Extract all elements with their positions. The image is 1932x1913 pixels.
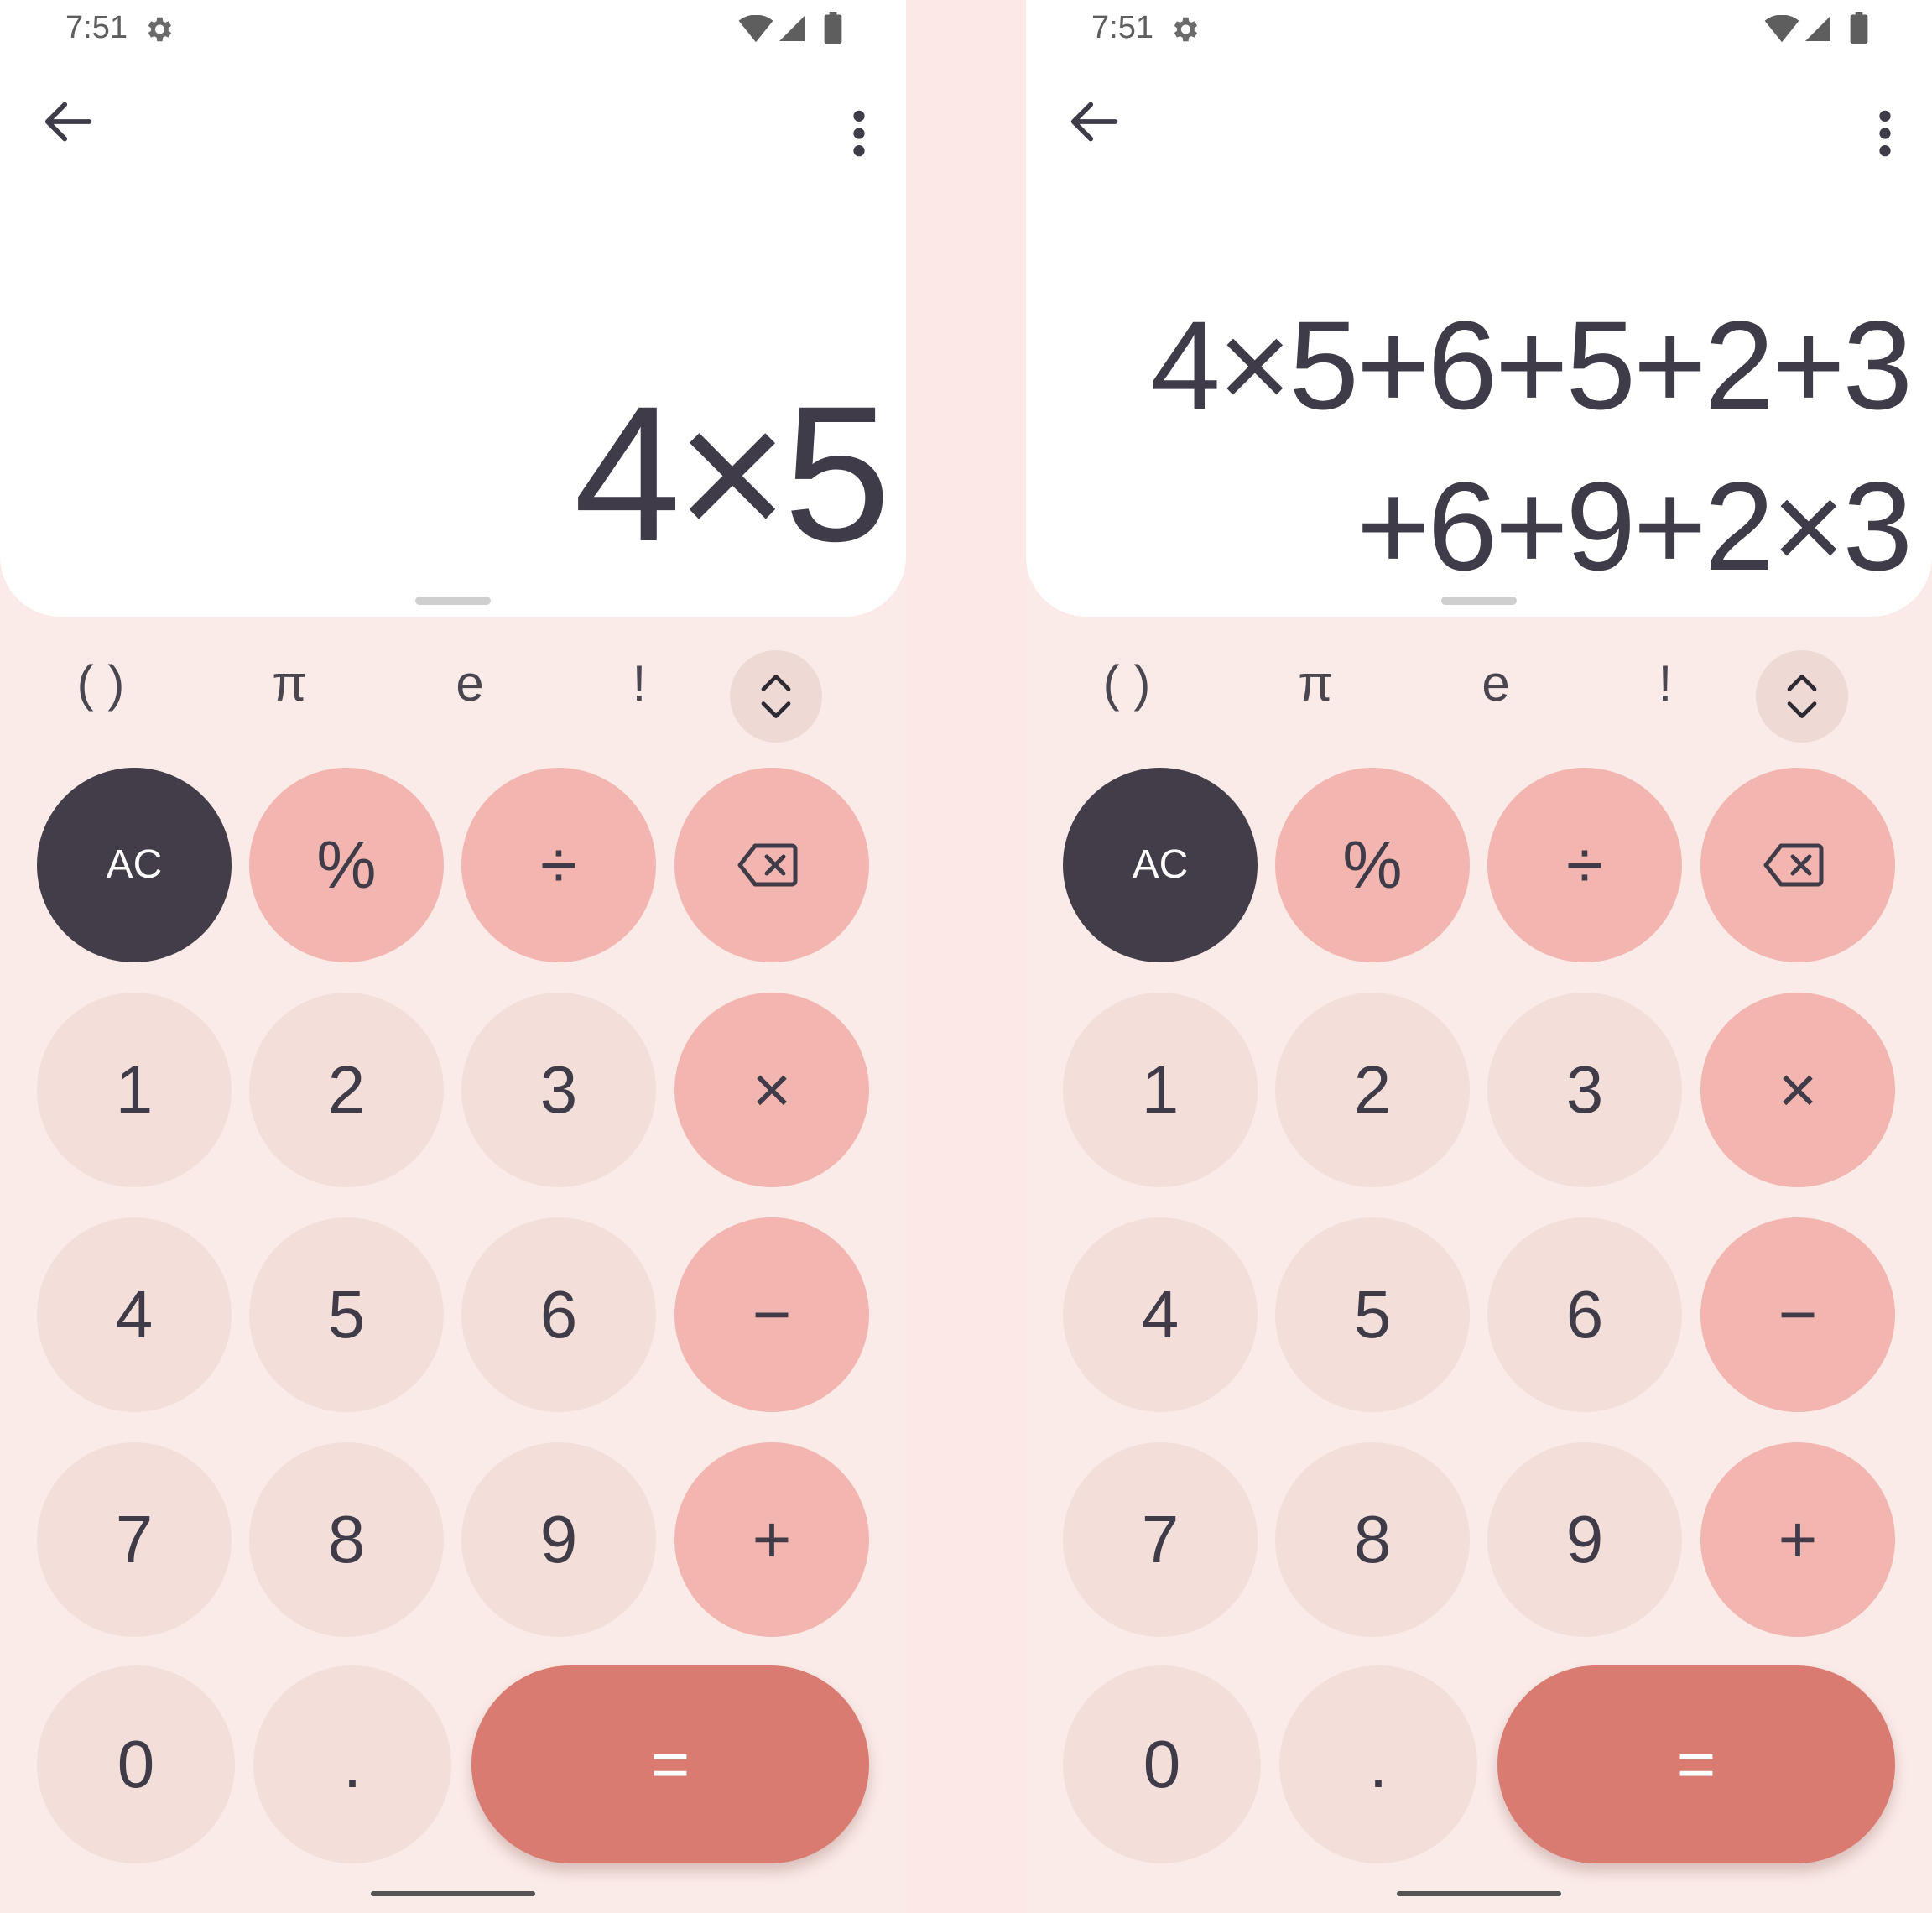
digit-7-button[interactable]: 7 (37, 1442, 232, 1637)
plus-button[interactable]: + (674, 1442, 869, 1637)
drag-handle[interactable] (415, 597, 491, 605)
back-arrow-icon[interactable] (40, 92, 99, 151)
expand-collapse-icon (1787, 675, 1817, 718)
decimal-button[interactable]: . (253, 1665, 451, 1863)
digit-3-button[interactable]: 3 (1487, 993, 1682, 1187)
drag-handle[interactable] (1441, 597, 1517, 605)
parentheses-key[interactable]: ( ) (50, 650, 151, 717)
display-panel: 7:51 4×5+6+5+2+3 +6+9+2×3 (1026, 0, 1932, 617)
plus-button[interactable]: + (1700, 1442, 1895, 1637)
settings-gear-icon (1174, 17, 1198, 42)
cellular-signal-icon (1805, 16, 1830, 41)
calculator-screen-right: 7:51 4×5+6+5+2+3 +6+9+2×3 ( ) π e ! AC %… (1026, 0, 1932, 1913)
minus-button[interactable]: − (1700, 1217, 1895, 1412)
expression-display[interactable]: 4×5 (574, 378, 891, 571)
ac-button[interactable]: AC (37, 768, 232, 962)
status-time: 7:51 (1091, 10, 1153, 45)
ac-button[interactable]: AC (1063, 768, 1258, 962)
expand-collapse-button[interactable] (730, 650, 822, 743)
expression-display-line-1[interactable]: 4×5+6+5+2+3 (1150, 302, 1913, 428)
backspace-button[interactable] (1700, 768, 1895, 962)
backspace-button[interactable] (674, 768, 869, 962)
digit-2-button[interactable]: 2 (1275, 993, 1470, 1187)
display-panel: 7:51 4×5 (0, 0, 906, 617)
digit-6-button[interactable]: 6 (1487, 1217, 1682, 1412)
digit-9-button[interactable]: 9 (461, 1442, 656, 1637)
e-key[interactable]: e (419, 650, 520, 717)
expand-collapse-button[interactable] (1756, 650, 1848, 743)
home-indicator[interactable] (371, 1891, 535, 1896)
parentheses-key[interactable]: ( ) (1076, 650, 1177, 717)
digit-8-button[interactable]: 8 (1275, 1442, 1470, 1637)
percent-button[interactable]: % (1275, 768, 1470, 962)
e-key[interactable]: e (1445, 650, 1546, 717)
percent-button[interactable]: % (249, 768, 444, 962)
wifi-icon (1764, 15, 1799, 43)
expression-display-line-2[interactable]: +6+9+2×3 (1357, 463, 1913, 589)
cellular-signal-icon (779, 16, 805, 41)
decimal-button[interactable]: . (1279, 1665, 1477, 1863)
expand-collapse-icon (761, 675, 791, 718)
digit-4-button[interactable]: 4 (1063, 1217, 1258, 1412)
battery-icon (824, 12, 842, 44)
battery-icon (1850, 12, 1868, 44)
more-vertical-icon[interactable] (842, 107, 876, 159)
backspace-icon (737, 843, 798, 887)
pi-key[interactable]: π (1265, 650, 1366, 717)
digit-5-button[interactable]: 5 (1275, 1217, 1470, 1412)
divide-button[interactable]: ÷ (461, 768, 656, 962)
digit-5-button[interactable]: 5 (249, 1217, 444, 1412)
back-arrow-icon[interactable] (1066, 92, 1125, 151)
digit-6-button[interactable]: 6 (461, 1217, 656, 1412)
multiply-button[interactable]: × (674, 993, 869, 1187)
home-indicator[interactable] (1397, 1891, 1561, 1896)
digit-0-button[interactable]: 0 (1063, 1665, 1261, 1863)
equals-button[interactable]: = (1497, 1665, 1895, 1863)
calculator-screen-left: 7:51 4×5 ( ) π e ! AC % ÷ 1 2 3 × 4 5 6 … (0, 0, 906, 1913)
more-vertical-icon[interactable] (1868, 107, 1902, 159)
minus-button[interactable]: − (674, 1217, 869, 1412)
digit-2-button[interactable]: 2 (249, 993, 444, 1187)
digit-3-button[interactable]: 3 (461, 993, 656, 1187)
settings-gear-icon (148, 17, 172, 42)
digit-7-button[interactable]: 7 (1063, 1442, 1258, 1637)
digit-8-button[interactable]: 8 (249, 1442, 444, 1637)
backspace-icon (1763, 843, 1824, 887)
digit-0-button[interactable]: 0 (37, 1665, 235, 1863)
multiply-button[interactable]: × (1700, 993, 1895, 1187)
wifi-icon (738, 15, 773, 43)
pi-key[interactable]: π (239, 650, 340, 717)
digit-1-button[interactable]: 1 (1063, 993, 1258, 1187)
equals-button[interactable]: = (471, 1665, 869, 1863)
digit-4-button[interactable]: 4 (37, 1217, 232, 1412)
digit-1-button[interactable]: 1 (37, 993, 232, 1187)
status-time: 7:51 (65, 10, 128, 45)
divide-button[interactable]: ÷ (1487, 768, 1682, 962)
digit-9-button[interactable]: 9 (1487, 1442, 1682, 1637)
factorial-key[interactable]: ! (1615, 650, 1716, 717)
factorial-key[interactable]: ! (589, 650, 690, 717)
